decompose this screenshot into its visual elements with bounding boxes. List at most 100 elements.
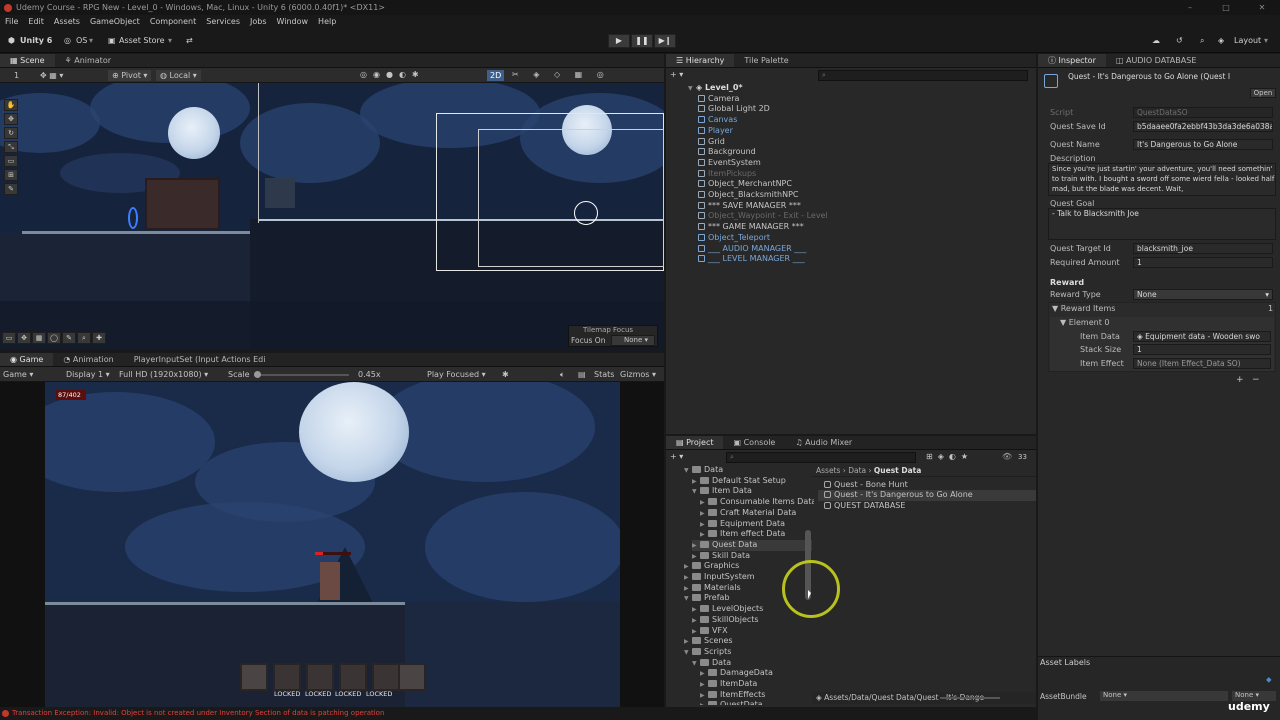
tile-brush-icon[interactable]: ▦ (32, 332, 46, 344)
hierarchy-item[interactable]: Grid (698, 137, 725, 148)
element-0-label[interactable]: ▼ Element 0 (1060, 318, 1109, 327)
project-folder[interactable]: ▶ Graphics (684, 561, 739, 572)
reward-items-label[interactable]: ▼ Reward Items (1052, 304, 1115, 313)
menu-assets[interactable]: Assets (49, 15, 85, 29)
project-folder[interactable]: ▶ InputSystem (684, 572, 755, 583)
project-folder[interactable]: ▶ DamageData (700, 668, 773, 679)
project-folder[interactable]: ▶ Craft Material Data (700, 508, 796, 519)
tab-animation[interactable]: ◔ Animation (53, 353, 123, 366)
tab-console[interactable]: ▣ Console (723, 436, 785, 449)
hierarchy-add-button[interactable]: + ▾ (670, 70, 683, 79)
account-button[interactable]: Unity 6 (20, 34, 52, 48)
hierarchy-search-input[interactable]: ⌕ (818, 70, 1028, 81)
version-control-icon[interactable]: ⇄ (186, 34, 193, 48)
menu-component[interactable]: Component (145, 15, 201, 29)
resolution-dropdown[interactable]: Full HD (1920x1080) ▾ (119, 370, 208, 379)
project-folder[interactable]: ▶ Quest Data (692, 539, 812, 551)
tile-picker-icon[interactable]: ✎ (62, 332, 76, 344)
menu-services[interactable]: Services (201, 15, 245, 29)
inspector-open-button[interactable]: Open (1250, 88, 1276, 98)
tile-eraser-icon[interactable]: ⌕ (77, 332, 91, 344)
tab-inspector[interactable]: ⓘ Inspector (1038, 54, 1106, 67)
breadcrumb-quest-data[interactable]: Quest Data (874, 466, 921, 475)
tab-scene[interactable]: ▦ Scene (0, 54, 55, 67)
project-folder[interactable]: ▶ Default Stat Setup (692, 476, 786, 487)
remove-element-button[interactable]: − (1252, 375, 1260, 385)
quest-goal-textarea[interactable]: - Talk to Blacksmith Joe (1048, 208, 1276, 240)
scene-tool-rect[interactable]: ▭ (4, 155, 18, 167)
scene-tool-rotate[interactable]: ↻ (4, 127, 18, 139)
quest-save-id-field[interactable]: b5daaee0fa2ebbf43b3da3de6a038a (1133, 121, 1273, 132)
mode-2d-toggle[interactable]: 2D (487, 70, 505, 81)
hierarchy-item[interactable]: Global Light 2D (698, 104, 770, 115)
folder-collapsed-icon[interactable]: ▶ (700, 701, 708, 705)
tab-project[interactable]: ▤ Project (666, 436, 724, 449)
scene-draw-icons[interactable]: ◎◉●◐✱ (360, 70, 425, 79)
description-textarea[interactable]: Since you're just startin' your adventur… (1048, 163, 1276, 196)
player-gizmo-icon[interactable] (574, 201, 598, 225)
hierarchy-item[interactable]: Object_BlacksmithNPC (698, 190, 798, 201)
file-quest-database[interactable]: QUEST DATABASE (824, 501, 905, 512)
hierarchy-item[interactable]: *** SAVE MANAGER *** (698, 201, 801, 212)
transform-tools-icon[interactable]: ✥ ▦ ▾ (40, 71, 63, 80)
pivot-dropdown[interactable]: ⊕ Pivot ▾ (108, 70, 152, 81)
minimize-button[interactable]: – (1172, 0, 1208, 15)
tab-game[interactable]: ◉ Game (0, 353, 54, 366)
scene-tool-custom[interactable]: ✎ (4, 183, 18, 195)
hierarchy-item[interactable]: Object_Teleport (698, 233, 770, 244)
reward-type-dropdown[interactable]: None ▾ (1133, 289, 1273, 300)
project-folder[interactable]: ▼ Data (684, 465, 723, 476)
scene-tool-hand[interactable]: ✋ (4, 99, 18, 111)
project-folder[interactable]: ▶ ItemData (700, 679, 757, 690)
menu-jobs[interactable]: Jobs (245, 15, 272, 29)
hierarchy-item[interactable]: Object_MerchantNPC (698, 179, 792, 190)
hierarchy-item[interactable]: Player (698, 126, 733, 137)
account-icon[interactable]: ⬢ (8, 34, 15, 48)
project-folder[interactable]: ▶ Materials (684, 583, 741, 594)
stats-button[interactable]: Stats (594, 370, 614, 379)
tile-move-icon[interactable]: ✥ (17, 332, 31, 344)
hidden-packages-icon[interactable]: 👁︎ (1002, 452, 1012, 461)
menu-file[interactable]: File (0, 15, 23, 29)
tab-audio-database[interactable]: ◫ AUDIO DATABASE (1106, 54, 1207, 67)
menu-window[interactable]: Window (272, 15, 314, 29)
layers-icon[interactable]: ◈ (1218, 34, 1224, 48)
tile-box-icon[interactable]: ◯ (47, 332, 61, 344)
os-dropdown[interactable]: OS (76, 34, 87, 48)
project-folder[interactable]: ▼ Data (692, 658, 731, 669)
folder-expanded-icon[interactable]: ▼ (692, 487, 700, 498)
gizmos-dropdown[interactable]: Gizmos ▾ (620, 370, 656, 379)
step-button[interactable]: ▶❙ (654, 34, 676, 48)
item-data-field[interactable]: ◈ Equipment data - Wooden swo (1133, 331, 1271, 342)
pause-button[interactable]: ❚❚ (631, 34, 653, 48)
hierarchy-item[interactable]: *** GAME MANAGER *** (698, 222, 804, 233)
quest-name-field[interactable]: It's Dangerous to Go Alone (1133, 139, 1273, 150)
project-folder[interactable]: ▶ LevelObjects (692, 604, 763, 615)
asset-store-button[interactable]: Asset Store (119, 34, 165, 48)
project-folder[interactable]: ▶ Consumable Items Data (700, 497, 814, 508)
project-folder[interactable]: ▶ Skill Data (692, 551, 750, 562)
tab-tile-palette[interactable]: Tile Palette (734, 54, 798, 67)
hierarchy-item[interactable]: Camera (698, 94, 739, 105)
scale-slider-thumb[interactable] (254, 371, 261, 378)
project-folder[interactable]: ▶ VFX (692, 626, 728, 637)
hierarchy-scene-root[interactable]: ▼ ◈ Level_0* (688, 83, 743, 94)
layer-index[interactable]: 1 (14, 71, 19, 80)
project-folder[interactable]: ▶ ItemEffects (700, 690, 765, 701)
folder-expanded-icon[interactable]: ▼ (684, 648, 692, 659)
frame-debugger-icon[interactable]: ✱ (502, 370, 509, 379)
reward-items-count[interactable]: 1 (1268, 304, 1273, 313)
hierarchy-item[interactable]: Canvas (698, 115, 737, 126)
layout-dropdown[interactable]: Layout (1234, 34, 1261, 48)
hierarchy-item[interactable]: Background (698, 147, 756, 158)
file-quest-dangerous[interactable]: Quest - It's Dangerous to Go Alone (818, 490, 1036, 501)
required-amount-field[interactable]: 1 (1133, 257, 1273, 268)
asset-label-tag-icon[interactable]: ⬥ (1266, 675, 1272, 685)
tile-select-icon[interactable]: ▭ (2, 332, 16, 344)
add-element-button[interactable]: + (1236, 375, 1244, 385)
project-search-input[interactable]: ⌕ (726, 452, 916, 463)
item-effect-field[interactable]: None (Item Effect_Data SO) (1133, 358, 1271, 369)
tab-hierarchy[interactable]: ☰ Hierarchy (666, 54, 735, 67)
asset-bundle-dropdown[interactable]: None ▾ (1100, 691, 1228, 701)
folder-expanded-icon[interactable]: ▼ (692, 659, 700, 670)
